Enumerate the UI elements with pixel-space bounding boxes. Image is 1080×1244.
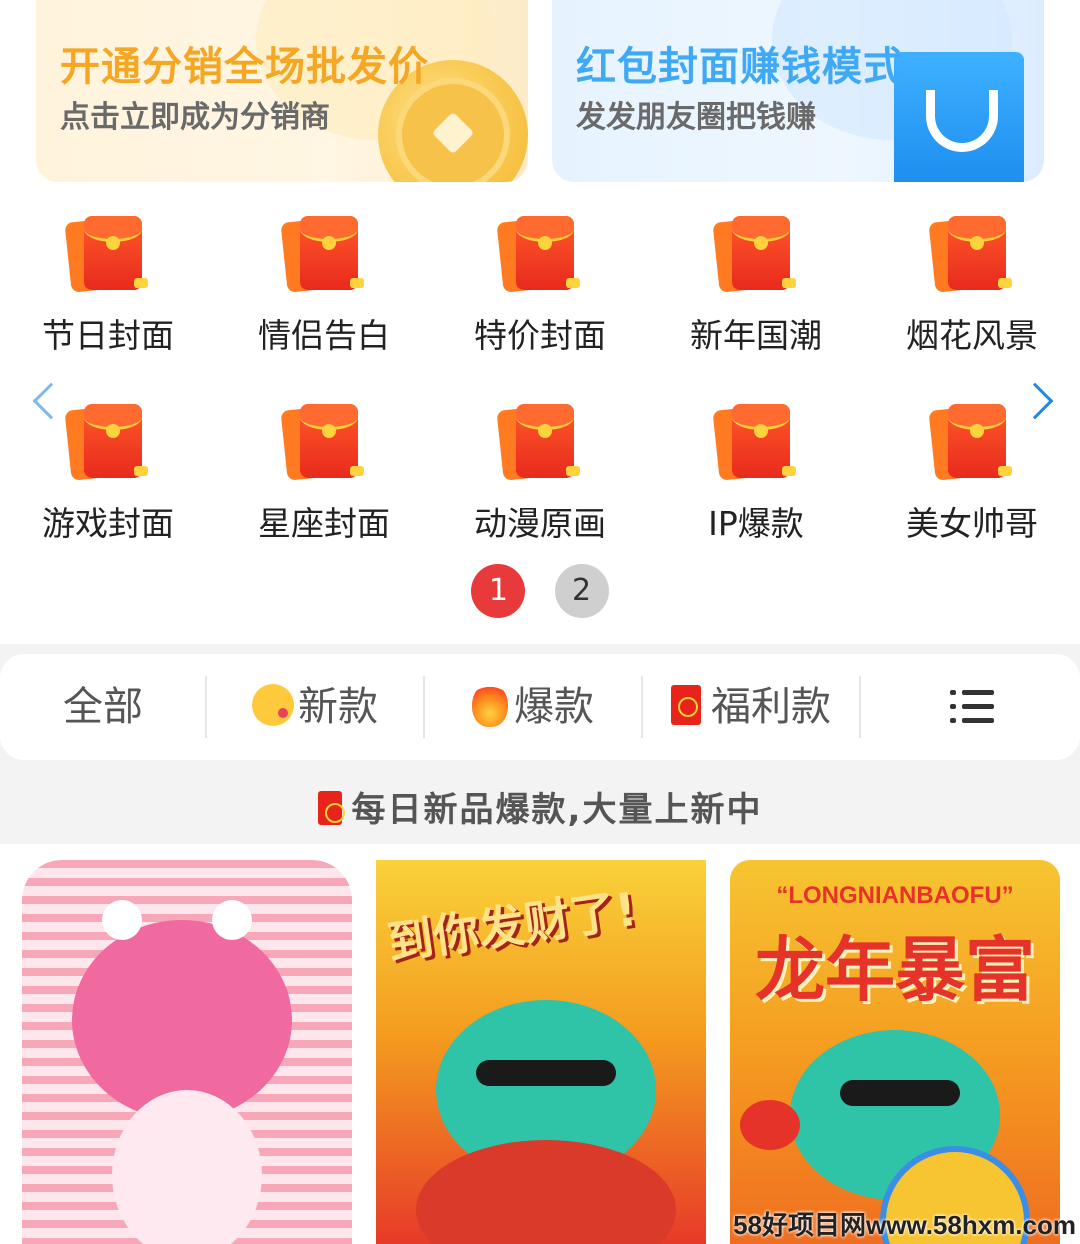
tab-new[interactable]: 新款 — [206, 654, 424, 760]
red-envelope-icon — [496, 398, 582, 482]
notice-bar: 每日新品爆款,大量上新中 — [0, 780, 1080, 840]
dragon-belly-image — [112, 1090, 262, 1244]
category-game[interactable]: 游戏封面 — [0, 398, 216, 544]
distributor-banner[interactable]: 开通分销全场批发价 点击立即成为分销商 — [36, 0, 528, 182]
category-label: 动漫原画 — [474, 504, 606, 543]
sunglasses-image — [840, 1080, 960, 1106]
product-title: 到你发财了! — [383, 881, 640, 971]
tab-label: 福利款 — [711, 684, 831, 730]
category-anime[interactable]: 动漫原画 — [432, 398, 648, 544]
product-card[interactable] — [22, 860, 352, 1244]
red-envelope-icon — [64, 210, 150, 294]
tab-hot[interactable]: 爆款 — [424, 654, 642, 760]
category-label: 情侣告白 — [258, 316, 390, 355]
category-label: IP爆款 — [708, 504, 804, 543]
divider — [859, 676, 861, 738]
category-label: 烟花风景 — [906, 316, 1038, 355]
category-couple[interactable]: 情侣告白 — [216, 210, 432, 356]
red-envelope-icon — [317, 790, 345, 825]
tab-label: 新款 — [298, 684, 378, 730]
tab-label: 全部 — [63, 684, 143, 730]
page: 开通分销全场批发价 点击立即成为分销商 红包封面赚钱模式 发发朋友圈把钱赚 节日… — [0, 0, 1080, 1244]
fire-icon — [472, 683, 508, 727]
banner-title: 红包封面赚钱模式 — [576, 44, 904, 90]
category-label: 美女帅哥 — [906, 504, 1038, 543]
category-label: 新年国潮 — [690, 316, 822, 355]
category-special-price[interactable]: 特价封面 — [432, 210, 648, 356]
dragon-body-image — [416, 1140, 676, 1244]
banner-title: 开通分销全场批发价 — [60, 44, 429, 90]
tab-all[interactable]: 全部 — [0, 654, 206, 760]
page-dot-1[interactable]: 1 — [471, 564, 526, 618]
category-label: 游戏封面 — [42, 504, 174, 543]
red-envelope-icon — [671, 685, 701, 725]
category-ip-hits[interactable]: IP爆款 — [648, 398, 864, 544]
red-envelope-icon — [928, 210, 1014, 294]
red-envelope-icon — [712, 398, 798, 482]
pager: 1 2 — [0, 564, 1080, 618]
category-label: 节日封面 — [42, 316, 174, 355]
category-fireworks[interactable]: 烟花风景 — [864, 210, 1080, 356]
sunglasses-image — [476, 1060, 616, 1086]
red-envelope-icon — [64, 398, 150, 482]
product-card[interactable]: 到你发财了! — [376, 860, 706, 1244]
red-envelope-icon — [712, 210, 798, 294]
product-title: 龙年暴富 — [755, 929, 1035, 1011]
tab-label: 爆款 — [514, 684, 594, 730]
list-menu-icon[interactable] — [950, 690, 994, 724]
category-holiday[interactable]: 节日封面 — [0, 210, 216, 356]
cover-earn-banner[interactable]: 红包封面赚钱模式 发发朋友圈把钱赚 — [552, 0, 1044, 182]
category-label: 星座封面 — [258, 504, 390, 543]
banner-subtitle: 发发朋友圈把钱赚 — [576, 100, 816, 135]
notice-text: 每日新品爆款,大量上新中 — [351, 790, 763, 830]
category-beauty[interactable]: 美女帅哥 — [864, 398, 1080, 544]
page-dot-2[interactable]: 2 — [554, 564, 609, 618]
dragon-horn-image — [212, 900, 252, 940]
category-new-year[interactable]: 新年国潮 — [648, 210, 864, 356]
product-subtitle: “LONGNIANBAOFU” — [776, 882, 1014, 909]
kiss-emoji-icon — [252, 684, 294, 726]
red-envelope-icon — [280, 398, 366, 482]
heart-image — [740, 1100, 800, 1150]
tab-welfare[interactable]: 福利款 — [642, 654, 860, 760]
dragon-horn-image — [102, 900, 142, 940]
filter-tabs: 全部 新款 爆款 福利款 — [0, 654, 1080, 760]
red-envelope-icon — [928, 398, 1014, 482]
category-label: 特价封面 — [474, 316, 606, 355]
watermark: 58好项目网www.58hxm.com — [733, 1210, 1076, 1240]
red-envelope-icon — [496, 210, 582, 294]
category-zodiac[interactable]: 星座封面 — [216, 398, 432, 544]
banner-subtitle: 点击立即成为分销商 — [60, 100, 330, 135]
red-envelope-icon — [280, 210, 366, 294]
